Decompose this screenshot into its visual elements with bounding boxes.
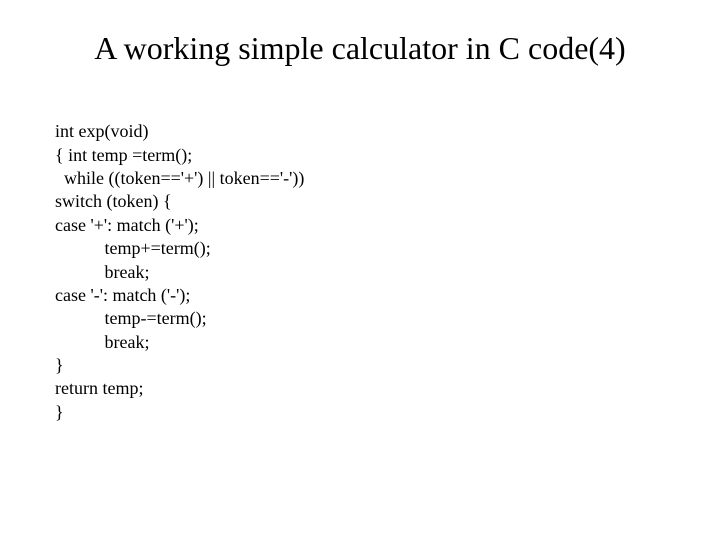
- code-line: int exp(void): [55, 121, 148, 141]
- code-line: break;: [55, 332, 149, 352]
- slide-title: A working simple calculator in C code(4): [55, 30, 665, 67]
- code-line: }: [55, 402, 64, 422]
- code-line: case '-': match ('-');: [55, 285, 190, 305]
- code-line: switch (token) {: [55, 191, 172, 211]
- code-line: while ((token=='+') || token=='-')): [55, 168, 304, 188]
- code-line: temp-=term();: [55, 308, 207, 328]
- code-line: return temp;: [55, 378, 143, 398]
- code-line: }: [55, 355, 64, 375]
- code-line: break;: [55, 262, 149, 282]
- code-line: { int temp =term();: [55, 145, 192, 165]
- code-block: int exp(void) { int temp =term(); while …: [55, 97, 665, 424]
- code-line: temp+=term();: [55, 238, 211, 258]
- code-line: case '+': match ('+');: [55, 215, 199, 235]
